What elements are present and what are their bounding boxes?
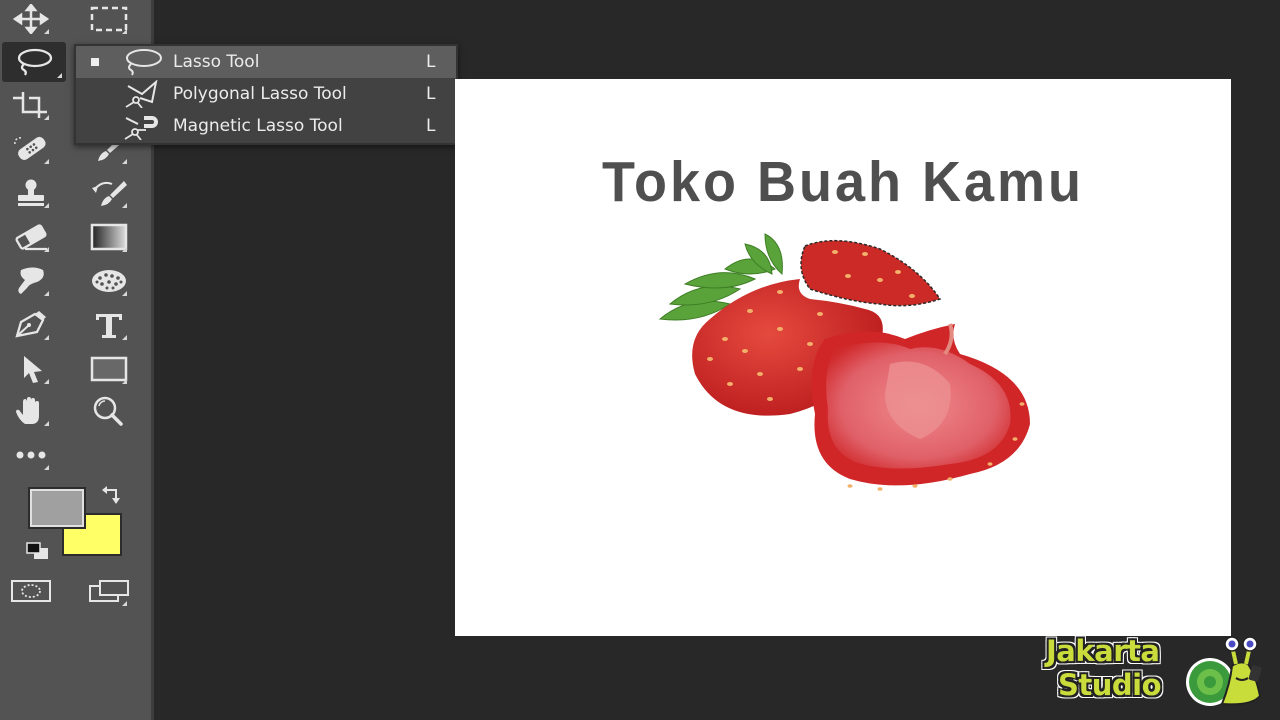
submenu-indicator	[122, 291, 127, 296]
hand-tool[interactable]	[9, 392, 53, 430]
submenu-indicator	[122, 29, 127, 34]
selected-strawberry-slice	[800, 239, 942, 307]
sponge-tool[interactable]	[87, 262, 131, 300]
eraser-tool[interactable]	[9, 218, 53, 256]
quick-mask-icon	[11, 580, 51, 602]
submenu-indicator	[44, 115, 49, 120]
snail-mascot-icon	[1186, 636, 1262, 706]
submenu-indicator	[122, 159, 127, 164]
submenu-indicator	[122, 335, 127, 340]
watermark-line2: Studio	[1058, 668, 1162, 702]
rectangle-tool[interactable]	[87, 350, 131, 388]
magnetic-lasso-icon	[124, 116, 158, 140]
path-selection-tool[interactable]	[9, 350, 53, 388]
menu-item-polygonal-lasso-tool[interactable]: Polygonal Lasso Tool L	[76, 78, 456, 110]
foreground-color-swatch[interactable]	[28, 487, 86, 529]
clone-stamp-tool[interactable]	[9, 174, 53, 212]
submenu-indicator	[44, 29, 49, 34]
spot-healing-brush-tool[interactable]	[9, 130, 53, 168]
menu-item-label: Lasso Tool	[173, 52, 260, 72]
submenu-indicator	[44, 335, 49, 340]
menu-item-shortcut: L	[426, 52, 436, 72]
submenu-indicator	[44, 291, 49, 296]
swap-colors-button[interactable]	[100, 485, 126, 509]
jakarta-studio-watermark: Jakarta Studio	[1040, 632, 1270, 712]
menu-item-lasso-tool[interactable]: Lasso Tool L	[76, 46, 456, 78]
type-icon	[96, 314, 122, 338]
submenu-indicator	[44, 379, 49, 384]
menu-item-shortcut: L	[426, 84, 436, 104]
submenu-indicator	[57, 73, 62, 78]
strawberry-illustration	[658, 233, 1030, 491]
type-tool[interactable]	[87, 306, 131, 344]
history-brush-tool[interactable]	[87, 174, 131, 212]
submenu-indicator	[122, 203, 127, 208]
submenu-indicator	[44, 159, 49, 164]
menu-item-magnetic-lasso-tool[interactable]: Magnetic Lasso Tool L	[76, 110, 456, 142]
arrow-icon	[24, 356, 42, 383]
screen-mode-icon	[89, 580, 129, 602]
submenu-indicator	[44, 203, 49, 208]
submenu-indicator	[122, 379, 127, 384]
lasso-tool-flyout-menu: Lasso Tool L Polygonal Lasso Tool L Magn…	[74, 44, 458, 145]
default-colors-icon	[26, 542, 48, 559]
quick-mask-button[interactable]	[9, 572, 53, 610]
submenu-indicator	[122, 247, 127, 252]
document-title-text: Toko Buah Kamu	[601, 150, 1084, 214]
menu-item-label: Polygonal Lasso Tool	[173, 84, 347, 104]
zoom-tool[interactable]	[87, 392, 131, 430]
submenu-indicator	[44, 421, 49, 426]
rectangular-marquee-tool[interactable]	[87, 0, 131, 38]
polygonal-lasso-icon	[125, 80, 158, 108]
submenu-indicator	[44, 465, 49, 470]
default-colors-button[interactable]	[26, 542, 50, 564]
screen-mode-button[interactable]	[87, 572, 131, 610]
menu-item-shortcut: L	[426, 116, 436, 136]
swap-arrows-icon	[102, 486, 120, 504]
smudge-tool[interactable]	[9, 262, 53, 300]
menu-item-label: Magnetic Lasso Tool	[173, 116, 343, 136]
watermark-line1: Jakarta	[1046, 634, 1160, 668]
selected-indicator	[91, 58, 99, 66]
lasso-icon	[126, 49, 162, 76]
submenu-indicator	[44, 247, 49, 252]
gradient-tool[interactable]	[87, 218, 131, 256]
lasso-icon	[17, 48, 53, 76]
more-icon	[16, 451, 46, 459]
submenu-indicator	[122, 601, 127, 606]
lasso-tool[interactable]	[2, 42, 66, 82]
magnifier-icon	[93, 396, 123, 426]
document-canvas[interactable]: Toko Buah Kamu	[455, 79, 1231, 636]
pen-tool[interactable]	[9, 306, 53, 344]
crop-tool[interactable]	[9, 86, 53, 124]
edit-toolbar[interactable]	[9, 436, 53, 474]
move-tool[interactable]	[9, 0, 53, 38]
